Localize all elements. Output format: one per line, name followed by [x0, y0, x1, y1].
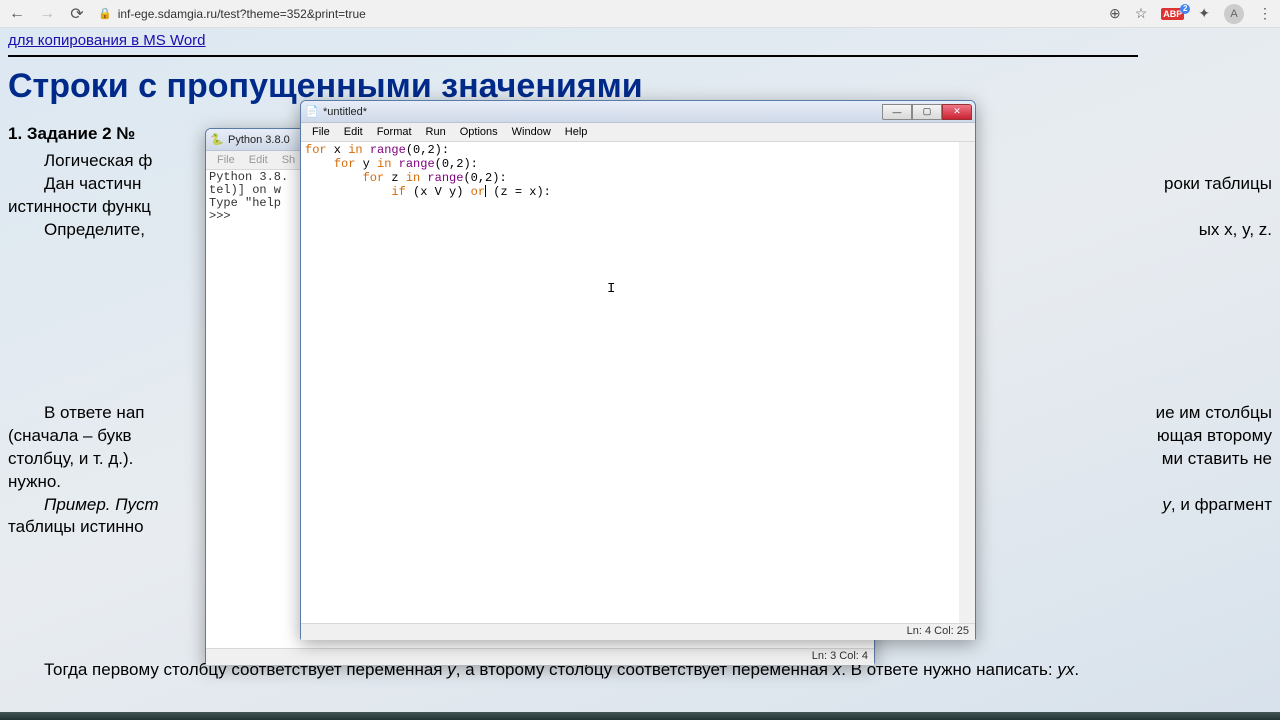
url-text: inf-ege.sdamgia.ru/test?theme=352&print=…	[118, 7, 366, 21]
link-ms-word[interactable]: для копирования в MS Word	[8, 32, 1272, 49]
shell-menu-file[interactable]: File	[210, 153, 242, 167]
adblock-icon[interactable]: ABP2	[1161, 8, 1184, 20]
forward-button[interactable]: →	[38, 5, 56, 23]
scroll-down-button[interactable]: ▾	[959, 607, 975, 623]
extension-icons: ⊕ ☆ ABP2 ✦ A ⋮	[1109, 4, 1272, 24]
windows-taskbar[interactable]	[0, 712, 1280, 720]
menu-dots-icon[interactable]: ⋮	[1258, 5, 1272, 22]
menu-edit[interactable]: Edit	[337, 125, 370, 139]
ibeam-cursor-icon: I	[607, 282, 609, 296]
menu-help[interactable]: Help	[558, 125, 595, 139]
browser-toolbar: ← → ⟳ 🔒 inf-ege.sdamgia.ru/test?theme=35…	[0, 0, 1280, 28]
editor-menubar[interactable]: File Edit Format Run Options Window Help	[301, 123, 975, 142]
editor-statusbar: Ln: 4 Col: 25	[301, 623, 975, 640]
profile-avatar[interactable]: A	[1224, 4, 1244, 24]
text-cursor	[485, 185, 486, 197]
divider	[8, 55, 1138, 57]
window-buttons: — ▢ ✕	[882, 104, 972, 120]
reload-button[interactable]: ⟳	[68, 5, 86, 23]
menu-options[interactable]: Options	[453, 125, 505, 139]
extensions-puzzle-icon[interactable]: ✦	[1198, 5, 1210, 22]
menu-run[interactable]: Run	[419, 125, 453, 139]
scroll-up-button[interactable]: ▴	[959, 142, 975, 158]
back-button[interactable]: ←	[8, 5, 26, 23]
python-icon: 🐍	[210, 133, 224, 147]
editor-titlebar[interactable]: 📄 *untitled* — ▢ ✕	[301, 101, 975, 123]
code-editor[interactable]: ▴ ▾ for x in range(0,2): for y in range(…	[301, 142, 975, 623]
close-button[interactable]: ✕	[942, 104, 972, 120]
maximize-button[interactable]: ▢	[912, 104, 942, 120]
zoom-icon[interactable]: ⊕	[1109, 5, 1121, 22]
bookmark-star-icon[interactable]: ☆	[1135, 5, 1148, 22]
python-file-icon: 📄	[305, 105, 319, 119]
minimize-button[interactable]: —	[882, 104, 912, 120]
idle-editor-window[interactable]: 📄 *untitled* — ▢ ✕ File Edit Format Run …	[300, 100, 976, 640]
lock-icon: 🔒	[98, 7, 112, 20]
menu-file[interactable]: File	[305, 125, 337, 139]
shell-statusbar: Ln: 3 Col: 4	[206, 648, 874, 665]
shell-menu-shell[interactable]: Sh	[275, 153, 302, 167]
shell-menu-edit[interactable]: Edit	[242, 153, 275, 167]
menu-window[interactable]: Window	[505, 125, 558, 139]
address-bar[interactable]: 🔒 inf-ege.sdamgia.ru/test?theme=352&prin…	[98, 7, 1097, 21]
menu-format[interactable]: Format	[370, 125, 419, 139]
